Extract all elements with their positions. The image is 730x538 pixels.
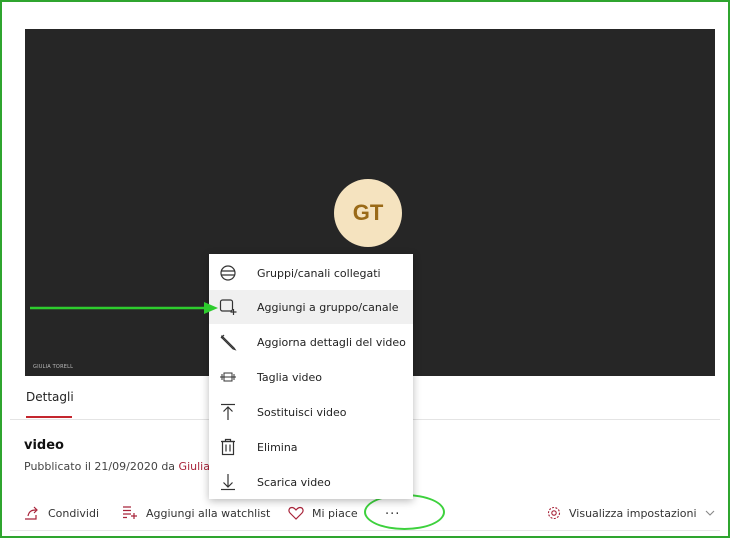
watchlist-button[interactable]: Aggiungi alla watchlist <box>122 506 270 520</box>
video-title: video <box>24 438 64 453</box>
annotation-arrow <box>30 302 218 314</box>
linked-groups-icon <box>219 264 237 282</box>
menu-item-label: Sostituisci video <box>257 405 347 419</box>
annotation-circle <box>364 494 445 530</box>
menu-item-label: Aggiorna dettagli del video <box>257 335 406 349</box>
menu-item-label: Gruppi/canali collegati <box>257 266 381 280</box>
view-settings-label: Visualizza impostazioni <box>569 506 697 520</box>
watchlist-label: Aggiungi alla watchlist <box>146 506 271 520</box>
menu-item-add-to-group[interactable]: Aggiungi a gruppo/canale <box>209 290 413 324</box>
view-settings-button[interactable]: Visualizza impostazioni <box>547 506 715 520</box>
gear-icon <box>547 506 561 520</box>
menu-item-label: Scarica video <box>257 475 331 489</box>
like-label: Mi piace <box>312 506 358 520</box>
add-to-group-icon <box>219 298 237 316</box>
published-text: Pubblicato il 21/09/2020 da <box>24 460 176 473</box>
download-icon <box>219 473 237 491</box>
menu-item-trim-video[interactable]: Taglia video <box>209 360 413 394</box>
tab-active-indicator <box>26 416 72 418</box>
published-info: Pubblicato il 21/09/2020 da Giulia T <box>24 460 220 473</box>
menu-item-label: Aggiungi a gruppo/canale <box>257 300 399 314</box>
menu-item-label: Elimina <box>257 440 298 454</box>
author-avatar: GT <box>334 179 402 247</box>
replace-icon <box>219 403 237 421</box>
share-button[interactable]: Condividi <box>24 506 99 520</box>
share-label: Condividi <box>48 506 100 520</box>
menu-item-download-video[interactable]: Scarica video <box>209 465 413 499</box>
trim-icon <box>219 368 237 386</box>
menu-item-delete[interactable]: Elimina <box>209 430 413 464</box>
trash-icon <box>219 438 237 456</box>
pencil-icon <box>219 333 237 351</box>
like-button[interactable]: Mi piace <box>288 506 358 520</box>
action-bar-divider <box>10 530 720 531</box>
heart-icon <box>288 506 304 520</box>
menu-item-update-details[interactable]: Aggiorna dettagli del video <box>209 325 413 359</box>
tab-details[interactable]: Dettagli <box>26 390 74 404</box>
chevron-down-icon <box>705 509 715 517</box>
menu-item-replace-video[interactable]: Sostituisci video <box>209 395 413 429</box>
menu-item-linked-groups[interactable]: Gruppi/canali collegati <box>209 256 413 290</box>
menu-item-label: Taglia video <box>257 370 323 384</box>
video-caption: GIULIA TORELL <box>33 364 74 370</box>
more-options-menu: Gruppi/canali collegati Aggiungi a grupp… <box>209 254 413 499</box>
watchlist-icon <box>122 506 138 520</box>
share-icon <box>24 506 40 520</box>
